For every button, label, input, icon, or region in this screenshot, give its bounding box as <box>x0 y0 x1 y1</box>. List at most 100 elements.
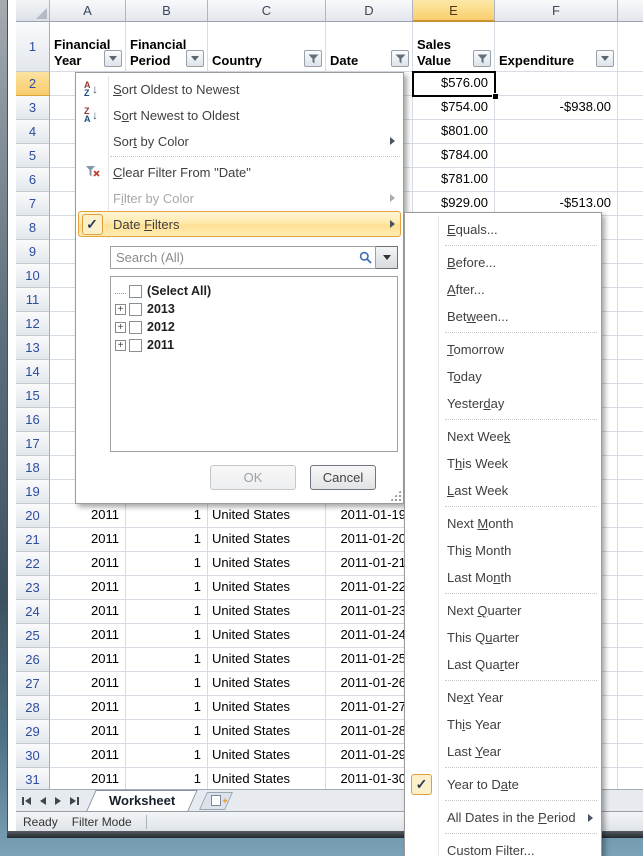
cell-date[interactable]: 2011-01-26 <box>326 672 413 696</box>
search-scope-dropdown[interactable] <box>376 246 398 269</box>
submenu-item-between[interactable]: Between... <box>405 303 601 330</box>
row-header[interactable]: 12 <box>16 312 50 336</box>
cell-period[interactable]: 1 <box>126 696 208 720</box>
row-header[interactable]: 2 <box>16 72 50 96</box>
expand-icon[interactable]: + <box>115 304 126 315</box>
cell-empty[interactable] <box>618 312 643 336</box>
cell-year[interactable]: 2011 <box>50 600 126 624</box>
row-header[interactable]: 28 <box>16 696 50 720</box>
cell-period[interactable]: 1 <box>126 672 208 696</box>
cell-c1[interactable]: Country <box>208 22 326 72</box>
cell-empty[interactable] <box>618 696 643 720</box>
column-header-f[interactable]: F <box>495 0 618 22</box>
row-header-1[interactable]: 1 <box>16 22 50 72</box>
submenu-item-after[interactable]: After... <box>405 276 601 303</box>
cell-date[interactable]: 2011-01-20 <box>326 528 413 552</box>
menu-item-clear-filter[interactable]: Clear Filter From "Date" <box>76 159 403 185</box>
row-header[interactable]: 19 <box>16 480 50 504</box>
cell-f1[interactable]: Expenditure <box>495 22 618 72</box>
cell-date[interactable]: 2011-01-27 <box>326 696 413 720</box>
row-header[interactable]: 9 <box>16 240 50 264</box>
column-header-b[interactable]: B <box>126 0 208 22</box>
cell-b1[interactable]: Financial Period <box>126 22 208 72</box>
cell-empty[interactable] <box>618 192 643 216</box>
cell-empty[interactable] <box>618 240 643 264</box>
row-header[interactable]: 5 <box>16 144 50 168</box>
submenu-item-last-week[interactable]: Last Week <box>405 477 601 504</box>
cell-sales-value[interactable]: $781.00 <box>413 168 495 192</box>
cell-period[interactable]: 1 <box>126 528 208 552</box>
cell-period[interactable]: 1 <box>126 504 208 528</box>
checkbox-select-all[interactable] <box>129 285 142 298</box>
cell-country[interactable]: United States <box>208 648 326 672</box>
insert-worksheet-tab[interactable]: ✦ <box>199 791 233 811</box>
submenu-item-this-year[interactable]: This Year <box>405 711 601 738</box>
row-header[interactable]: 15 <box>16 384 50 408</box>
row-header[interactable]: 25 <box>16 624 50 648</box>
cell-period[interactable]: 1 <box>126 720 208 744</box>
submenu-item-this-quarter[interactable]: This Quarter <box>405 624 601 651</box>
column-header-a[interactable]: A <box>50 0 126 22</box>
cell-a1[interactable]: Financial Year <box>50 22 126 72</box>
cell-empty[interactable] <box>618 144 643 168</box>
submenu-item-next-month[interactable]: Next Month <box>405 510 601 537</box>
cell-sales-value[interactable]: $754.00 <box>413 96 495 120</box>
list-item-2012[interactable]: + 2012 <box>113 318 395 336</box>
row-header[interactable]: 7 <box>16 192 50 216</box>
cell-year[interactable]: 2011 <box>50 744 126 768</box>
checkbox-2013[interactable] <box>129 303 142 316</box>
submenu-item-this-week[interactable]: This Week <box>405 450 601 477</box>
cell-empty[interactable] <box>618 576 643 600</box>
row-header[interactable]: 8 <box>16 216 50 240</box>
cell-period[interactable]: 1 <box>126 552 208 576</box>
cell-empty[interactable] <box>618 624 643 648</box>
cell-date[interactable]: 2011-01-22 <box>326 576 413 600</box>
cell-empty[interactable] <box>618 744 643 768</box>
cell-e1[interactable]: Sales Value <box>413 22 495 72</box>
cell-empty[interactable] <box>618 432 643 456</box>
submenu-item-last-year[interactable]: Last Year <box>405 738 601 765</box>
menu-item-sort-by-color[interactable]: Sort by Color <box>76 128 403 154</box>
row-header[interactable]: 31 <box>16 768 50 790</box>
row-header[interactable]: 11 <box>16 288 50 312</box>
submenu-item-last-month[interactable]: Last Month <box>405 564 601 591</box>
row-header[interactable]: 3 <box>16 96 50 120</box>
cell-empty[interactable] <box>618 504 643 528</box>
cell-empty[interactable] <box>618 768 643 790</box>
row-header[interactable]: 22 <box>16 552 50 576</box>
list-item-select-all[interactable]: (Select All) <box>113 282 395 300</box>
submenu-item-custom-filter[interactable]: Custom Filter... <box>405 837 601 856</box>
cell-year[interactable]: 2011 <box>50 528 126 552</box>
cell-country[interactable]: United States <box>208 624 326 648</box>
filter-button-sales-value[interactable] <box>473 50 491 67</box>
cell-empty[interactable] <box>618 552 643 576</box>
cell-date[interactable]: 2011-01-29 <box>326 744 413 768</box>
resize-grip[interactable] <box>390 490 401 501</box>
cell-empty[interactable] <box>618 360 643 384</box>
previous-sheet-icon[interactable] <box>40 797 46 805</box>
row-header[interactable]: 24 <box>16 600 50 624</box>
row-header[interactable]: 17 <box>16 432 50 456</box>
cell-country[interactable]: United States <box>208 552 326 576</box>
tab-worksheet[interactable]: Worksheet <box>91 790 193 811</box>
cell-country[interactable]: United States <box>208 528 326 552</box>
row-header[interactable]: 30 <box>16 744 50 768</box>
checkbox-2011[interactable] <box>129 339 142 352</box>
cell-sales-value[interactable]: $801.00 <box>413 120 495 144</box>
submenu-item-next-year[interactable]: Next Year <box>405 684 601 711</box>
cell-year[interactable]: 2011 <box>50 648 126 672</box>
cell-period[interactable]: 1 <box>126 768 208 790</box>
cell-year[interactable]: 2011 <box>50 576 126 600</box>
cell-empty[interactable] <box>618 408 643 432</box>
menu-item-date-filters[interactable]: ✓ Date Filters <box>76 211 403 237</box>
cell-country[interactable]: United States <box>208 696 326 720</box>
filter-button-year[interactable] <box>104 50 122 67</box>
cell-empty[interactable] <box>618 96 643 120</box>
cell-empty[interactable] <box>618 264 643 288</box>
submenu-item-this-month[interactable]: This Month <box>405 537 601 564</box>
submenu-item-before[interactable]: Before... <box>405 249 601 276</box>
submenu-item-equals[interactable]: Equals... <box>405 216 601 243</box>
cell-empty[interactable] <box>618 600 643 624</box>
cell-empty[interactable] <box>618 384 643 408</box>
cell-expenditure[interactable] <box>495 72 618 96</box>
